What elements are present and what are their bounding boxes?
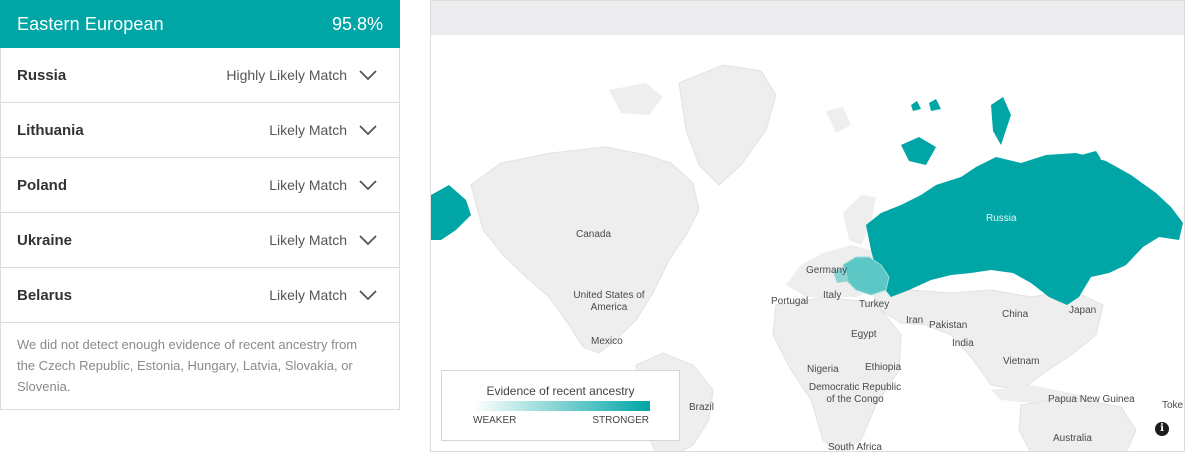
country-row-poland[interactable]: Poland Likely Match <box>1 158 399 213</box>
chevron-down-icon[interactable] <box>359 179 377 191</box>
legend-weaker-label: WEAKER <box>473 415 517 426</box>
chukotka-highlight <box>431 185 471 240</box>
map-label-nigeria: Nigeria <box>807 364 839 375</box>
map-label-germany: Germany <box>806 265 848 276</box>
map-label-vietnam: Vietnam <box>1003 356 1040 367</box>
map-label-russia: Russia <box>986 213 1017 224</box>
info-icon[interactable]: i <box>1155 422 1169 436</box>
chevron-down-icon[interactable] <box>359 124 377 136</box>
map-legend: Evidence of recent ancestry WEAKER STRON… <box>441 370 680 441</box>
region-percent: 95.8% <box>331 13 383 34</box>
country-name: Belarus <box>17 286 73 304</box>
legend-title: Evidence of recent ancestry <box>486 384 635 398</box>
country-name: Ukraine <box>17 231 73 249</box>
map-label-tokelau: Toke <box>1162 400 1184 411</box>
map-label-india: India <box>952 338 974 349</box>
map-label-drc: Democratic Republic of the Congo <box>808 382 902 405</box>
map-label-turkey: Turkey <box>859 299 890 310</box>
region-header: Eastern European 95.8% <box>0 0 400 48</box>
map-label-japan: Japan <box>1069 305 1097 316</box>
undetected-note: We did not detect enough evidence of rec… <box>17 337 358 394</box>
ancestry-panel: Eastern European 95.8% Russia Highly Lik… <box>0 0 400 410</box>
map-label-portugal: Portugal <box>771 296 809 307</box>
russia-highlight <box>866 153 1183 305</box>
legend-gradient-bar <box>473 401 650 411</box>
map-label-italy: Italy <box>823 290 842 301</box>
map-label-iran: Iran <box>906 315 924 326</box>
map-label-ethiopia: Ethiopia <box>865 362 902 373</box>
map-label-pakistan: Pakistan <box>929 320 968 331</box>
country-row-lithuania[interactable]: Lithuania Likely Match <box>1 103 399 158</box>
map-label-south-africa: South Africa <box>828 442 882 452</box>
match-label: Likely Match <box>269 177 347 193</box>
map-toolbar <box>431 1 1184 35</box>
map-label-png: Papua New Guinea <box>1048 394 1135 405</box>
chevron-down-icon[interactable] <box>359 289 377 301</box>
match-label: Likely Match <box>269 232 347 248</box>
map-label-mexico: Mexico <box>591 336 623 347</box>
map-label-china: China <box>1002 309 1029 320</box>
north-america-landmass <box>470 146 700 354</box>
match-label: Highly Likely Match <box>226 67 347 83</box>
legend-stronger-label: STRONGER <box>592 415 649 426</box>
match-label: Likely Match <box>269 122 347 138</box>
map-label-usa: United States of America <box>573 290 645 313</box>
country-row-russia[interactable]: Russia Highly Likely Match <box>1 48 399 103</box>
country-name: Russia <box>17 66 67 84</box>
country-name: Lithuania <box>17 121 84 139</box>
country-row-ukraine[interactable]: Ukraine Likely Match <box>1 213 399 268</box>
map-label-canada: Canada <box>576 229 612 240</box>
chevron-down-icon[interactable] <box>359 69 377 81</box>
region-name: Eastern European <box>17 13 164 34</box>
greenland-landmass <box>678 64 777 186</box>
map-label-egypt: Egypt <box>851 329 877 340</box>
match-label: Likely Match <box>269 287 347 303</box>
country-name: Poland <box>17 176 68 194</box>
chevron-down-icon[interactable] <box>359 234 377 246</box>
map-label-brazil: Brazil <box>689 402 715 413</box>
map-label-australia: Australia <box>1053 433 1092 444</box>
country-list: Russia Highly Likely Match Lithuania Lik… <box>1 48 399 323</box>
ancestry-map[interactable]: Canada United States of America Mexico B… <box>430 0 1185 452</box>
country-row-belarus[interactable]: Belarus Likely Match <box>1 268 399 323</box>
